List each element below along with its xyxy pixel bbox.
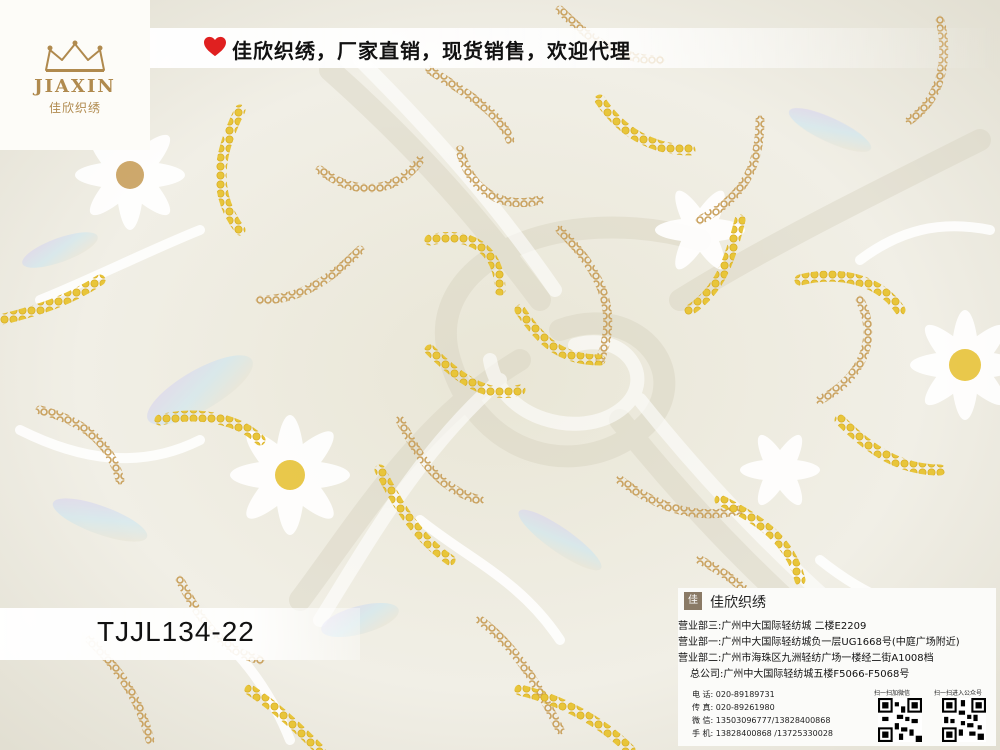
qr-label-wechat: 扫一扫加微信 [874, 690, 911, 697]
logo-chinese-name: 佳欣织绣 [48, 101, 101, 115]
contact-line: 手 机: 13828400868 /13725330028 [692, 729, 833, 738]
logo-wordmark: JIAXIN [34, 76, 116, 97]
contact-line: 电 话: 020-89189731 [692, 690, 775, 699]
contact-line: 传 真: 020-89261980 [692, 703, 775, 712]
crown-icon [45, 40, 105, 72]
product-code: TJJL134-22 [97, 616, 255, 647]
heart-icon [204, 36, 226, 57]
qr-label-official: 扫一扫进入公众号 [934, 690, 983, 697]
official-account-qr-code [942, 698, 986, 742]
contact-line: 微 信: 13503096777/13828400868 [692, 716, 831, 725]
banner-text: 佳欣织绣，厂家直销，现货销售，欢迎代理 [232, 39, 631, 63]
address-line: 总公司:广州中大国际轻纺城五楼F5066-F5068号 [690, 669, 910, 680]
card-company-name: 佳欣织绣 [710, 595, 766, 611]
wechat-qr-code [878, 698, 922, 742]
address-line: 营业部三:广州中大国际轻纺城 二楼E2209 [678, 621, 867, 632]
contact-card: 佳 佳欣织绣 营业部三:广州中大国际轻纺城 二楼E2209 营业部一:广州中大国… [678, 588, 996, 746]
card-logo-icon: 佳 [684, 592, 702, 610]
address-line: 营业部二:广州市海珠区九洲轻纺广场一楼经二街A1008档 [678, 653, 934, 664]
brand-logo: JIAXIN 佳欣织绣 [0, 0, 150, 150]
promo-banner: 佳欣织绣，厂家直销，现货销售，欢迎代理 [150, 28, 1000, 68]
address-line: 营业部一:广州中大国际轻纺城负一层UG1668号(中庭广场附近) [678, 637, 960, 648]
product-code-band: TJJL134-22 [0, 608, 360, 660]
